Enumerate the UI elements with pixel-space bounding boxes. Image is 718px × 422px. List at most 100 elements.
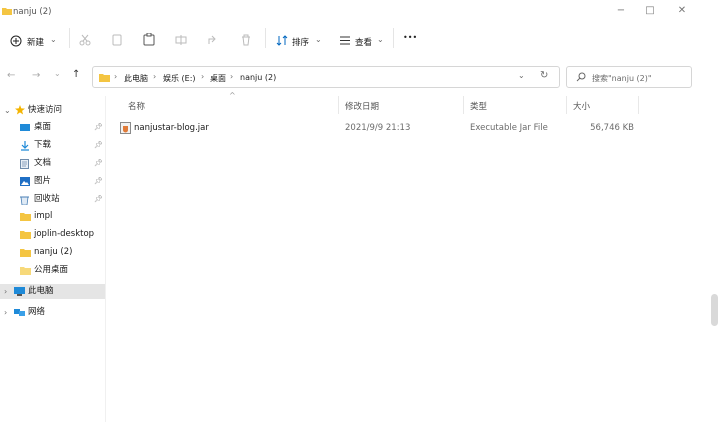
file-type: Executable Jar File [470, 123, 548, 133]
chevron-down-icon: ⌄ [377, 35, 384, 44]
folder-icon [20, 248, 31, 257]
column-separator[interactable] [463, 96, 464, 114]
nav-item-recycle-bin[interactable]: 回收站 📌︎ [0, 192, 105, 207]
column-separator[interactable] [566, 96, 567, 114]
search-icon [576, 72, 586, 82]
desktop-icon [20, 123, 30, 132]
nav-this-pc-label: 此电脑 [28, 286, 54, 296]
recent-locations-icon[interactable]: ⌄ [54, 69, 61, 78]
computer-icon [14, 287, 25, 296]
folder-icon [99, 73, 110, 82]
nav-item-label: 桌面 [34, 122, 52, 132]
share-icon[interactable] [207, 34, 219, 46]
nav-item-label: 下载 [34, 140, 52, 150]
copy-icon[interactable] [111, 34, 123, 46]
close-button[interactable]: ✕ [671, 4, 693, 18]
chevron-right-icon: › [4, 287, 8, 296]
toolbar-divider [69, 28, 70, 48]
nav-item-impl[interactable]: impl [0, 209, 105, 224]
title-bar: nanju (2) − □ ✕ [0, 0, 718, 24]
new-label: 新建 [27, 38, 45, 48]
minimize-button[interactable]: − [610, 4, 632, 18]
download-icon [20, 141, 30, 151]
file-size: 56,746 KB [590, 123, 634, 133]
nav-item-label: 图片 [34, 176, 52, 186]
view-lines-icon [339, 36, 351, 45]
chevron-down-icon: ⌄ [315, 35, 322, 44]
up-arrow-icon[interactable]: ↑ [72, 69, 80, 80]
nav-item-nanju-2[interactable]: nanju (2) [0, 245, 105, 260]
chevron-down-icon: ⌄ [50, 35, 57, 44]
sort-ascending-icon: ^ [229, 91, 236, 100]
nav-item-pictures[interactable]: 图片 📌︎ [0, 174, 105, 189]
column-separator[interactable] [638, 96, 639, 114]
star-icon [15, 105, 25, 115]
view-label: 查看 [355, 38, 373, 48]
column-separator[interactable] [338, 96, 339, 114]
nav-item-label: nanju (2) [34, 247, 73, 257]
recycle-bin-icon [20, 195, 30, 205]
address-history-icon[interactable]: ⌄ [518, 71, 525, 80]
forward-arrow-icon[interactable]: → [32, 70, 40, 81]
more-options-button[interactable]: ••• [403, 33, 417, 42]
toolbar-divider [265, 28, 266, 48]
search-box[interactable]: 搜索"nanju (2)" [566, 66, 692, 88]
sort-label: 排序 [292, 38, 310, 48]
plus-circle-icon [10, 35, 22, 47]
nav-item-documents[interactable]: 文档 📌︎ [0, 156, 105, 171]
nav-network-label: 网络 [28, 307, 46, 317]
nav-item-joplin-desktop[interactable]: joplin-desktop [0, 227, 105, 242]
sort-icon [276, 35, 288, 46]
breadcrumb-current[interactable]: nanju (2) [240, 73, 276, 82]
navigation-pane: ⌄ 快速访问 桌面 📌︎ 下载 📌︎ 文档 📌︎ 图片 📌︎ 回收站 📌︎ im… [0, 100, 105, 422]
nav-item-label: impl [34, 211, 53, 221]
folder-icon [20, 230, 31, 239]
maximize-button[interactable]: □ [639, 4, 661, 18]
column-header-name[interactable]: 名称 [128, 100, 145, 112]
file-modified: 2021/9/9 21:13 [345, 123, 411, 133]
delete-icon[interactable] [240, 34, 252, 46]
file-name: nanjustar-blog.jar [134, 123, 209, 133]
folder-icon [20, 266, 31, 275]
nav-item-public-desktop[interactable]: 公用桌面 [0, 263, 105, 278]
nav-item-label: 公用桌面 [34, 265, 69, 275]
rename-icon[interactable] [175, 34, 187, 46]
nav-item-label: 文档 [34, 158, 52, 168]
paste-icon[interactable] [143, 33, 155, 46]
pin-icon: 📌︎ [94, 195, 103, 203]
nav-network[interactable]: › 网络 [0, 305, 105, 320]
refresh-icon[interactable]: ↻ [540, 70, 548, 81]
pin-icon: 📌︎ [94, 123, 103, 131]
column-header-modified[interactable]: 修改日期 [345, 100, 379, 112]
toolbar-divider [393, 28, 394, 48]
nav-item-downloads[interactable]: 下载 📌︎ [0, 138, 105, 153]
command-bar: 新建 ⌄ 排序 ⌄ 查看 ⌄ ••• [0, 24, 718, 60]
breadcrumb-drive[interactable]: 娱乐 (E:) [163, 73, 196, 84]
pin-icon: 📌︎ [94, 141, 103, 149]
search-placeholder: 搜索"nanju (2)" [592, 74, 652, 83]
nav-item-label: joplin-desktop [34, 229, 95, 239]
folder-icon [20, 212, 31, 221]
back-arrow-icon[interactable]: ← [7, 70, 15, 81]
nav-quick-access-label: 快速访问 [28, 105, 63, 115]
column-header-type[interactable]: 类型 [470, 100, 487, 112]
file-row[interactable]: nanjustar-blog.jar 2021/9/9 21:13 Execut… [114, 119, 644, 137]
breadcrumb-desktop[interactable]: 桌面 [210, 73, 226, 84]
nav-this-pc[interactable]: › 此电脑 [0, 284, 105, 299]
breadcrumb-this-pc[interactable]: 此电脑 [124, 73, 148, 84]
network-icon [14, 308, 25, 317]
folder-icon [2, 7, 12, 15]
scrollbar-thumb[interactable] [711, 294, 718, 326]
nav-quick-access[interactable]: ⌄ 快速访问 [0, 103, 105, 118]
chevron-right-icon: › [4, 308, 8, 317]
pane-divider [105, 96, 106, 422]
address-bar[interactable]: › 此电脑 › 娱乐 (E:) › 桌面 › nanju (2) ⌄ ↻ [92, 66, 560, 88]
nav-item-desktop[interactable]: 桌面 📌︎ [0, 120, 105, 135]
nav-item-label: 回收站 [34, 194, 60, 204]
column-header-size[interactable]: 大小 [573, 100, 590, 112]
pin-icon: 📌︎ [94, 177, 103, 185]
pictures-icon [20, 177, 30, 186]
pin-icon: 📌︎ [94, 159, 103, 167]
chevron-down-icon: ⌄ [4, 106, 11, 115]
cut-icon[interactable] [79, 34, 91, 46]
